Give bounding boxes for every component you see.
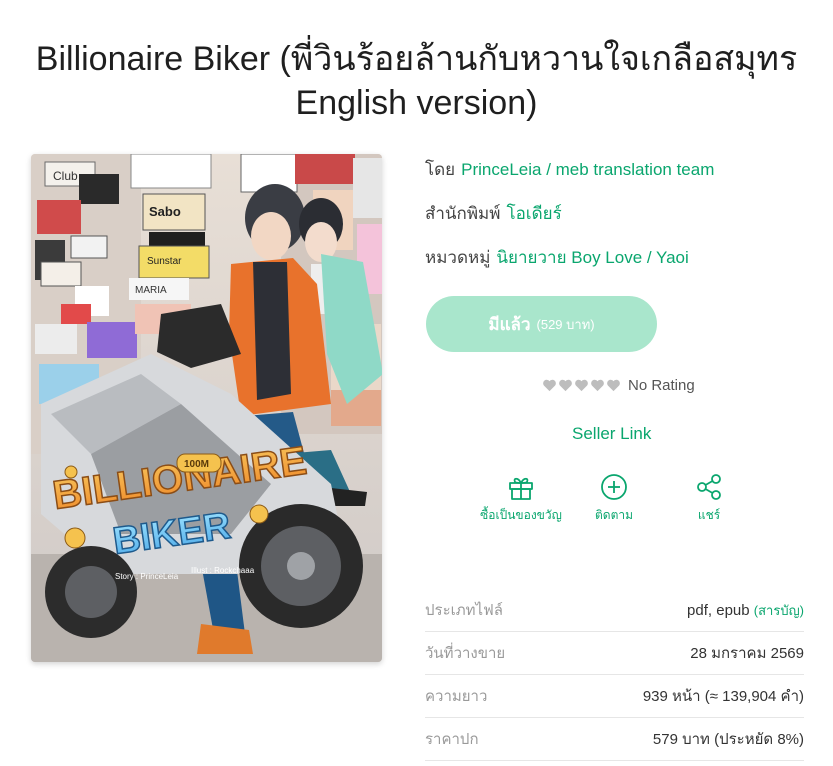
info-value: pdf, epub (สารบัญ) bbox=[687, 600, 804, 621]
rating-text: No Rating bbox=[628, 377, 695, 394]
info-value: 28 มกราคม 2569 bbox=[690, 645, 804, 662]
cover-credit-story: Story : PrinceLeia bbox=[115, 572, 179, 581]
info-row-length: ความยาว 939 หน้า (≈ 139,904 คำ) bbox=[425, 675, 804, 718]
meta-category: หมวดหมู่ นิยายวาย Boy Love / Yaoi bbox=[425, 244, 689, 271]
book-cover[interactable]: Club Sabo Sunstar MARIA BILLIONAIRE BIKE… bbox=[31, 154, 382, 662]
info-value: 939 หน้า (≈ 139,904 คำ) bbox=[642, 688, 804, 705]
info-value-text: pdf, epub bbox=[687, 601, 750, 619]
cover-sign-club: Club bbox=[53, 169, 78, 183]
share-label: แชร์ bbox=[697, 508, 721, 522]
book-title: Billionaire Biker (พี่วินร้อยล้านกับหวาน… bbox=[0, 37, 833, 125]
info-row-cover-price: ราคาปก 579 บาท (ประหยัด 8%) bbox=[425, 718, 804, 761]
table-of-contents-link[interactable]: (สารบัญ) bbox=[754, 603, 804, 618]
category-link[interactable]: นิยายวาย Boy Love / Yaoi bbox=[496, 248, 688, 267]
info-key: ราคาปก bbox=[425, 731, 479, 748]
book-info-table: ประเภทไฟล์ pdf, epub (สารบัญ) วันที่วางข… bbox=[425, 589, 804, 761]
book-title-line1: Billionaire Biker (พี่วินร้อยล้านกับหวาน… bbox=[35, 39, 798, 78]
info-key: วันที่วางขาย bbox=[425, 645, 506, 662]
meta-publisher-label: สำนักพิมพ์ bbox=[425, 204, 501, 223]
share-button[interactable]: แชร์ bbox=[690, 472, 728, 525]
cover-credit-illust: Illust : Rockchaaa bbox=[191, 566, 255, 575]
gift-label: ซื้อเป็นของขวัญ bbox=[480, 508, 562, 522]
follow-label: ติดตาม bbox=[594, 508, 634, 522]
cover-sign-sabo: Sabo bbox=[149, 204, 181, 219]
publisher-link[interactable]: โอเดียร์ bbox=[506, 204, 561, 223]
cover-sign-maria: MARIA bbox=[135, 285, 167, 296]
heart-icon bbox=[559, 379, 572, 392]
gift-icon bbox=[509, 477, 533, 500]
follow-button[interactable]: ติดตาม bbox=[588, 472, 640, 525]
plus-circle-icon bbox=[601, 474, 627, 500]
share-icon bbox=[697, 474, 721, 500]
heart-icon bbox=[575, 379, 588, 392]
owned-button[interactable]: มีแล้ว (529 บาท) bbox=[426, 296, 657, 352]
meta-category-label: หมวดหมู่ bbox=[425, 248, 491, 267]
info-key: ความยาว bbox=[425, 688, 488, 705]
heart-icon bbox=[607, 379, 620, 392]
info-key: ประเภทไฟล์ bbox=[425, 602, 503, 619]
gift-button[interactable]: ซื้อเป็นของขวัญ bbox=[474, 472, 568, 525]
owned-button-price: (529 บาท) bbox=[536, 316, 595, 332]
owned-button-label: มีแล้ว bbox=[488, 314, 531, 334]
cover-badge-100m: 100M bbox=[184, 459, 209, 470]
seller-link[interactable]: Seller Link bbox=[572, 424, 651, 444]
book-title-line2: English version) bbox=[295, 83, 538, 122]
meta-author: โดย PrinceLeia / meb translation team bbox=[425, 156, 714, 183]
author-link[interactable]: PrinceLeia / meb translation team bbox=[461, 160, 714, 179]
heart-icon bbox=[591, 379, 604, 392]
rating-hearts bbox=[542, 378, 621, 393]
cover-sign-sunstar: Sunstar bbox=[147, 256, 182, 267]
rating: No Rating bbox=[542, 377, 695, 394]
meta-publisher: สำนักพิมพ์ โอเดียร์ bbox=[425, 200, 562, 227]
info-value: 579 บาท (ประหยัด 8%) bbox=[652, 731, 804, 748]
info-row-filetype: ประเภทไฟล์ pdf, epub (สารบัญ) bbox=[425, 589, 804, 632]
book-cover-illustration: Club Sabo Sunstar MARIA BILLIONAIRE BIKE… bbox=[31, 154, 382, 662]
meta-author-label: โดย bbox=[425, 160, 456, 179]
heart-icon bbox=[543, 379, 556, 392]
info-row-release-date: วันที่วางขาย 28 มกราคม 2569 bbox=[425, 632, 804, 675]
